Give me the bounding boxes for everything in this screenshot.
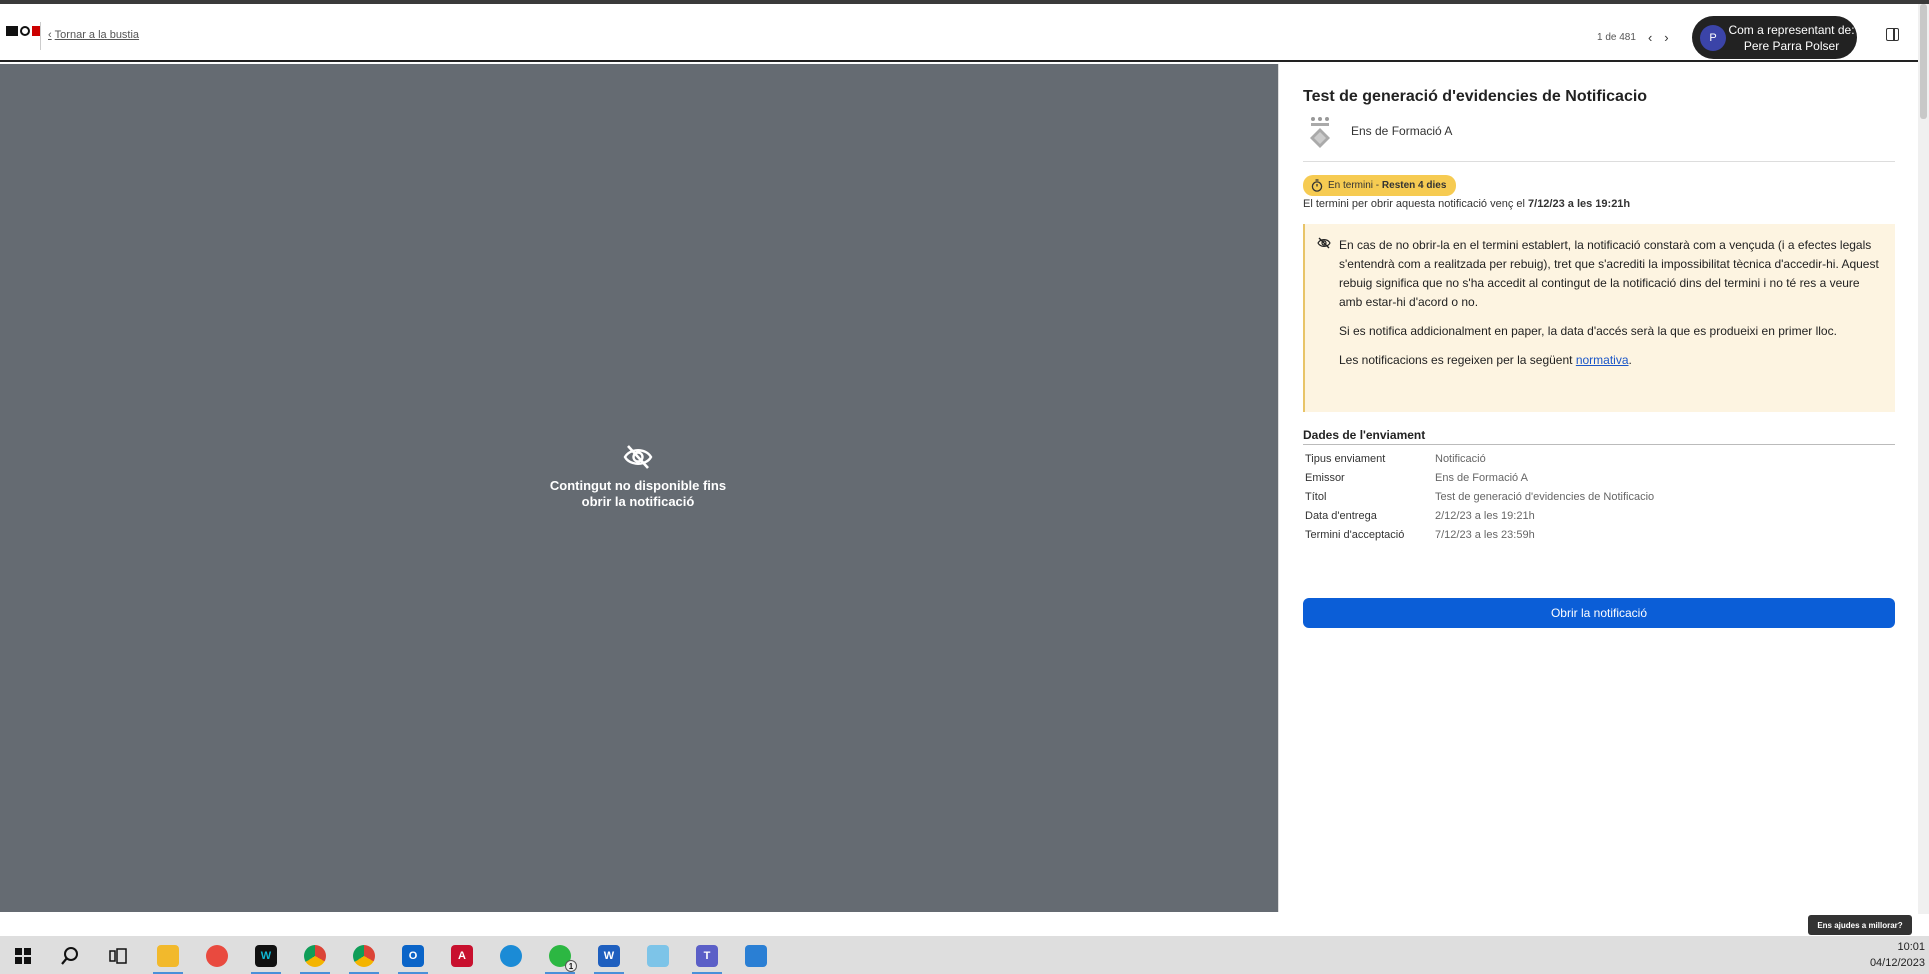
- whatsapp-badge: 1: [565, 960, 577, 972]
- badge-status: En termini: [1328, 180, 1374, 191]
- detail-key: Emissor: [1305, 471, 1345, 484]
- system-clock[interactable]: 10:01 04/12/2023: [1855, 939, 1925, 971]
- detail-row: Termini d'acceptació 7/12/23 a les 23:59h: [1305, 525, 1895, 544]
- webex-icon[interactable]: W: [251, 945, 281, 974]
- detail-row: Títol Test de generació d'evidencies de N…: [1305, 487, 1895, 506]
- badge-separator: -: [1373, 180, 1382, 191]
- windows-start-icon[interactable]: [12, 945, 34, 967]
- paint-icon[interactable]: [647, 945, 669, 967]
- detail-value: 2/12/23 a les 19:21h: [1435, 509, 1535, 522]
- whatsapp-icon[interactable]: 1: [545, 945, 577, 974]
- file-explorer-icon[interactable]: [153, 945, 183, 974]
- edge-icon[interactable]: [500, 945, 522, 967]
- scrollbar-thumb[interactable]: [1920, 4, 1927, 119]
- detail-value: 7/12/23 a les 23:59h: [1435, 528, 1535, 541]
- acrobat-icon[interactable]: A: [451, 945, 473, 967]
- detail-key: Data d'entrega: [1305, 509, 1377, 522]
- outlook-icon[interactable]: O: [398, 945, 428, 974]
- clock-time: 10:01: [1897, 941, 1925, 953]
- notification-detail-panel: Test de generació d'evidencies de Notifi…: [1278, 64, 1918, 912]
- deadline-text: El termini per obrir aquesta notificació…: [1303, 198, 1630, 210]
- unavailable-line1: Contingut no disponible fins: [549, 478, 727, 493]
- stopwatch-icon: [1311, 179, 1323, 192]
- warning-p3-prefix: Les notificacions es regeixen per la seg…: [1339, 353, 1573, 367]
- document-viewer: Contingut no disponible fins obrir la no…: [0, 64, 1278, 912]
- chrome-profile-icon[interactable]: [349, 945, 379, 974]
- photos-icon[interactable]: [745, 945, 767, 967]
- status-badge: En termini - Resten 4 dies: [1303, 175, 1457, 196]
- page-scrollbar[interactable]: [1918, 4, 1929, 914]
- aoc-logo[interactable]: [6, 26, 40, 36]
- warning-paragraph-1: En cas de no obrir-la en el termini esta…: [1339, 238, 1879, 309]
- search-icon[interactable]: [59, 945, 81, 967]
- normativa-link[interactable]: normativa: [1576, 353, 1629, 367]
- detail-row: Data d'entrega 2/12/23 a les 19:21h: [1305, 506, 1895, 525]
- unavailable-line2: obrir la notificació: [581, 494, 695, 509]
- eye-off-icon: [623, 445, 653, 469]
- representative-name: Pere Parra Polser: [1743, 38, 1840, 53]
- detail-key: Tipus enviament: [1305, 452, 1386, 465]
- warning-paragraph-3: Les notificacions es regeixen per la seg…: [1339, 351, 1881, 370]
- legal-warning-box: En cas de no obrir-la en el termini esta…: [1303, 224, 1895, 412]
- windows-taskbar: W O A 1 W T 10:01 04/12/2023: [0, 936, 1929, 974]
- entity-name: Ens de Formació A: [1351, 124, 1453, 138]
- pager: 1 de 481 ‹ ›: [1597, 30, 1669, 45]
- pager-text: 1 de 481: [1597, 32, 1636, 43]
- shipment-details-list: Tipus enviament Notificació Emissor Ens de…: [1305, 449, 1895, 544]
- badge-remaining: Resten 4 dies: [1381, 180, 1447, 191]
- toggle-side-panel-icon[interactable]: [1886, 28, 1899, 41]
- warning-paragraph-2: Si es notifica addicionalment en paper, …: [1339, 324, 1837, 338]
- deadline-date: 7/12/23 a les 19:21h: [1528, 198, 1631, 210]
- representative-line1: Com a representant de:: [1728, 22, 1855, 37]
- detail-value: Ens de Formació A: [1435, 471, 1528, 484]
- section-title: Dades de l'enviament: [1303, 428, 1895, 445]
- app-header: ‹ Tornar a la bustia 1 de 481 ‹ › P Com …: [0, 4, 1918, 62]
- app-red-icon[interactable]: [206, 945, 228, 967]
- detail-row: Emissor Ens de Formació A: [1305, 468, 1895, 487]
- feedback-button[interactable]: Ens ajudes a millorar?: [1808, 915, 1912, 935]
- representative-label: Com a representant de: Pere Parra Polser: [1726, 22, 1857, 54]
- warning-p3-suffix: .: [1628, 353, 1632, 367]
- content-unavailable-message: Contingut no disponible fins obrir la no…: [538, 444, 738, 510]
- clock-date: 04/12/2023: [1869, 957, 1925, 969]
- avatar: P: [1700, 24, 1726, 51]
- task-view-icon[interactable]: [107, 945, 129, 967]
- previous-notification-button[interactable]: ‹: [1648, 30, 1652, 45]
- word-icon[interactable]: W: [594, 945, 624, 974]
- open-notification-button[interactable]: Obrir la notificació: [1303, 598, 1895, 628]
- teams-icon[interactable]: T: [692, 945, 722, 974]
- next-notification-button[interactable]: ›: [1664, 30, 1668, 45]
- detail-row: Tipus enviament Notificació: [1305, 449, 1895, 468]
- representative-selector-button[interactable]: P Com a representant de: Pere Parra Pols…: [1692, 16, 1857, 59]
- chrome-icon[interactable]: [300, 945, 330, 974]
- detail-key: Títol: [1305, 490, 1327, 503]
- detail-value: Notificació: [1435, 452, 1486, 465]
- header-divider: [40, 22, 41, 50]
- notification-title: Test de generació d'evidencies de Notifi…: [1303, 88, 1648, 105]
- issuer-entity: Ens de Formació A: [1303, 114, 1895, 162]
- back-to-inbox-link[interactable]: ‹ Tornar a la bustia: [48, 29, 139, 41]
- eye-off-icon: [1317, 237, 1331, 249]
- entity-crest-icon: [1310, 117, 1330, 148]
- detail-value: Test de generació d'evidencies de Notifi…: [1435, 490, 1655, 503]
- chevron-left-icon: ‹: [48, 29, 52, 41]
- back-label: Tornar a la bustia: [54, 29, 140, 41]
- deadline-prefix: El termini per obrir aquesta notificació…: [1303, 198, 1525, 210]
- detail-key: Termini d'acceptació: [1305, 528, 1405, 541]
